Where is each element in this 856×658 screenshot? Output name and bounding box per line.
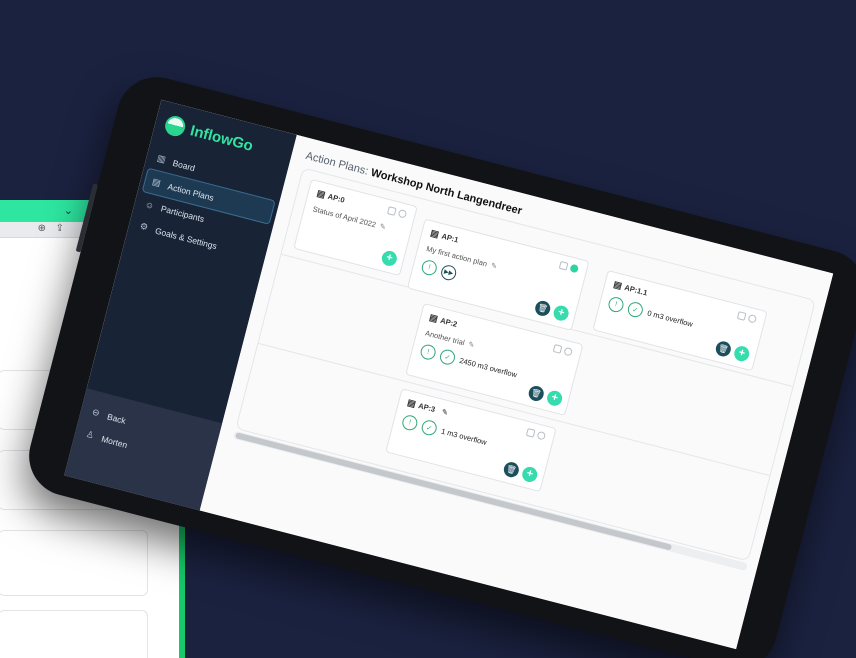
status-radio[interactable] <box>563 346 574 357</box>
card-id: AP:3 <box>417 401 437 415</box>
share-icon[interactable]: ⇪ <box>56 223 64 234</box>
select-checkbox[interactable] <box>525 427 536 438</box>
background-field[interactable] <box>0 610 148 658</box>
select-checkbox[interactable] <box>386 206 397 216</box>
pencil-icon[interactable]: ✎ <box>441 407 449 417</box>
check-icon[interactable]: ✓ <box>626 300 645 319</box>
pencil-icon[interactable]: ✎ <box>379 222 387 232</box>
exclamation-icon[interactable]: ! <box>606 295 626 314</box>
status-radio[interactable] <box>747 313 758 324</box>
card-id: AP:2 <box>439 315 459 329</box>
trash-icon[interactable]: 🗑 <box>533 299 552 318</box>
action-plan-board: ▤ AP:0 Status of April 2022 ✎ + ▤ AP:1 My f… <box>235 167 817 562</box>
users-icon: ☺ <box>143 199 156 212</box>
add-button[interactable]: + <box>380 249 399 268</box>
chevron-down-icon[interactable]: ⌄ <box>64 204 73 217</box>
sidebar-footer: ⊖ Back ♙ Morten <box>64 388 223 511</box>
sidebar-item-label: Board <box>171 157 197 173</box>
user-name: Morten <box>100 433 129 450</box>
exclamation-icon[interactable]: ! <box>420 258 439 277</box>
clipboard-icon: ▤ <box>315 187 327 200</box>
select-checkbox[interactable] <box>552 344 563 354</box>
add-button[interactable]: + <box>545 389 564 408</box>
clipboard-icon: ▤ <box>429 227 441 240</box>
gear-icon: ⚙ <box>138 220 150 233</box>
zoom-icon[interactable]: ⊕ <box>38 223 46 234</box>
select-checkbox[interactable] <box>558 260 569 271</box>
trash-icon[interactable]: 🗑 <box>527 384 546 403</box>
check-icon[interactable]: ✓ <box>438 347 457 367</box>
pencil-icon[interactable]: ✎ <box>467 340 475 350</box>
clipboard-icon: ▤ <box>428 311 440 324</box>
status-radio[interactable] <box>536 430 547 441</box>
back-label: Back <box>106 411 128 426</box>
trash-icon[interactable]: 🗑 <box>502 460 521 479</box>
overflow-text: 1 m3 overflow <box>440 426 488 447</box>
check-icon[interactable]: ✓ <box>420 418 439 437</box>
user-icon: ♙ <box>85 428 96 441</box>
pencil-icon[interactable]: ✎ <box>490 261 498 271</box>
clipboard-icon: ▤ <box>151 176 162 189</box>
app-name: InflowGo <box>188 121 255 155</box>
fast-forward-icon[interactable]: ▶▶ <box>439 263 458 282</box>
sidebar-item-label: Action Plans <box>166 180 216 203</box>
main-content: Action Plans: Workshop North Langendreer… <box>199 134 834 650</box>
add-button[interactable]: + <box>551 304 571 323</box>
add-button[interactable]: + <box>732 344 751 363</box>
map-icon: ▥ <box>156 152 167 165</box>
overflow-text: 0 m3 overflow <box>646 308 694 329</box>
card-id: AP:1.1 <box>623 282 649 298</box>
overflow-text: 2450 m3 overflow <box>458 355 519 380</box>
select-checkbox[interactable] <box>736 311 747 321</box>
clipboard-icon: ▤ <box>406 397 417 410</box>
trash-icon[interactable]: 🗑 <box>714 339 733 359</box>
status-radio[interactable] <box>397 208 408 219</box>
clipboard-icon: ▤ <box>612 279 624 291</box>
background-field[interactable] <box>0 530 148 596</box>
back-arrow-icon: ⊖ <box>91 406 101 419</box>
exclamation-icon[interactable]: ! <box>400 413 419 432</box>
exclamation-icon[interactable]: ! <box>418 342 438 362</box>
card-id: AP:0 <box>326 191 346 205</box>
logo-icon <box>162 113 188 139</box>
add-button[interactable]: + <box>520 465 539 484</box>
card-id: AP:1 <box>440 231 460 245</box>
status-radio[interactable] <box>569 263 580 274</box>
